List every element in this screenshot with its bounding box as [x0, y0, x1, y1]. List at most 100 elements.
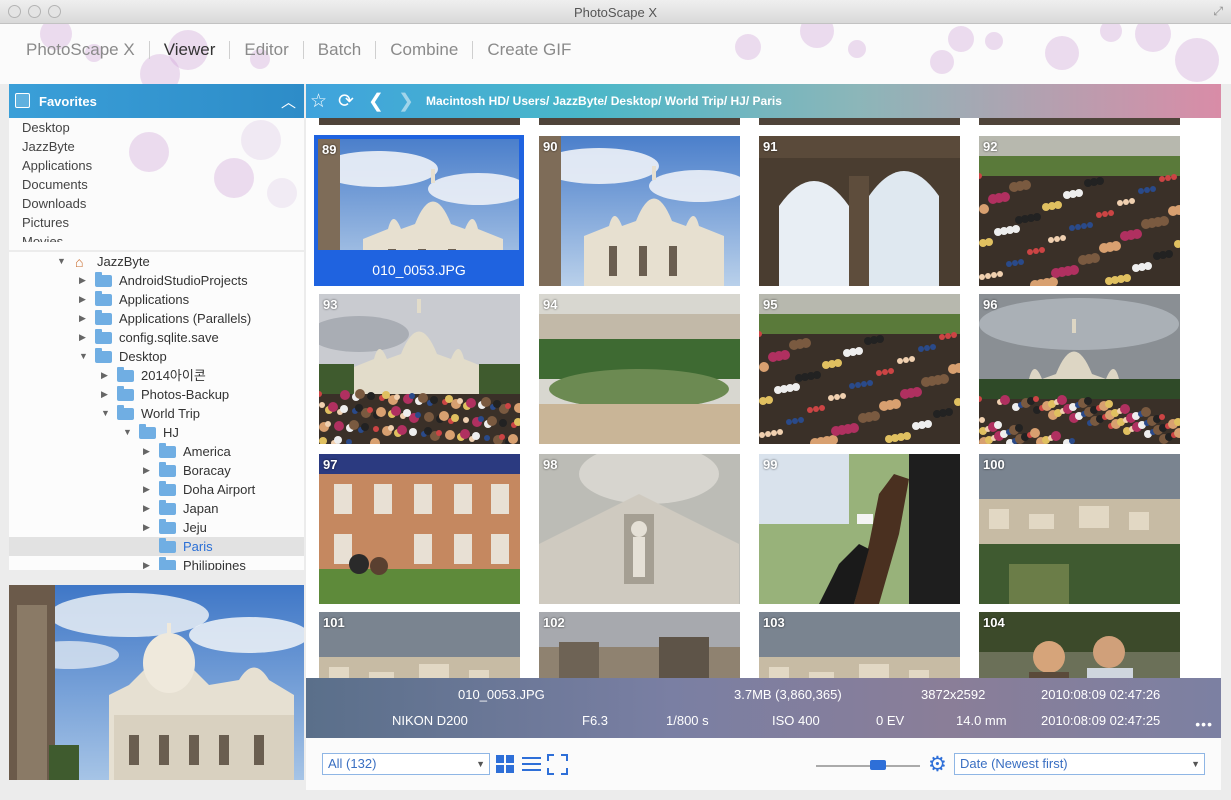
tree-item-applications[interactable]: ▶ Applications — [9, 290, 304, 309]
thumbnail-number: 93 — [323, 297, 338, 312]
thumbnail[interactable]: 93 — [319, 294, 520, 444]
thumbnail-number: 102 — [543, 615, 565, 630]
tree-item-photos-backup[interactable]: ▶ Photos-Backup — [9, 385, 304, 404]
disclosure-open-icon[interactable]: ▼ — [79, 347, 89, 366]
thumbnail[interactable]: 98 — [539, 454, 740, 604]
chevron-up-icon[interactable]: ︿ — [281, 91, 296, 112]
tree-item-applications-parallels[interactable]: ▶ Applications (Parallels) — [9, 309, 304, 328]
folder-tree: ▼ ⌂ JazzByte ▶ AndroidStudioProjects ▶ Applica… — [9, 252, 304, 570]
disclosure-closed-icon[interactable]: ▶ — [101, 366, 111, 385]
selected-filename[interactable]: 010_0053.JPG — [314, 254, 524, 286]
disclosure-closed-icon[interactable]: ▶ — [143, 499, 153, 518]
thumbnail[interactable]: 101 — [319, 612, 520, 678]
fullscreen-view-icon[interactable] — [547, 754, 568, 775]
favorite-item[interactable]: Applications — [9, 156, 304, 175]
favorite-item[interactable]: Documents — [9, 175, 304, 194]
home-icon: ⌂ — [75, 254, 84, 270]
menu-batch[interactable]: Batch — [304, 40, 375, 60]
disclosure-closed-icon[interactable]: ▶ — [143, 518, 153, 537]
sort-select-value: Date (Newest first) — [960, 756, 1068, 771]
thumbnail-number: 91 — [763, 139, 778, 154]
disclosure-open-icon[interactable]: ▼ — [123, 423, 133, 442]
disclosure-open-icon[interactable]: ▼ — [101, 404, 111, 423]
tree-item-label: 2014아이콘 — [141, 368, 206, 383]
zoom-slider[interactable] — [816, 765, 920, 767]
tree-item-world-trip[interactable]: ▼ World Trip — [9, 404, 304, 423]
thumbnail[interactable]: 100 — [979, 454, 1180, 604]
disclosure-closed-icon[interactable]: ▶ — [143, 556, 153, 570]
thumbnail[interactable]: 89 — [318, 139, 520, 250]
thumbnail[interactable]: 99 — [759, 454, 960, 604]
info-focal-length: 14.0 mm — [956, 713, 1007, 728]
path-breadcrumb[interactable]: Macintosh HD/ Users/ JazzByte/ Desktop/ … — [426, 94, 782, 108]
thumbnail[interactable]: 95 — [759, 294, 960, 444]
disclosure-open-icon[interactable]: ▼ — [57, 252, 67, 271]
fullscreen-icon[interactable]: ⤢ — [1213, 4, 1223, 19]
folder-icon — [95, 329, 112, 344]
tree-item-philippines[interactable]: ▶ Philippines — [9, 556, 304, 570]
disclosure-closed-icon[interactable]: ▶ — [79, 328, 89, 347]
favorite-item[interactable]: Downloads — [9, 194, 304, 213]
tree-item-label: Japan — [183, 501, 219, 516]
thumbnail[interactable]: 97 — [319, 454, 520, 604]
grid-view-icon[interactable] — [495, 754, 516, 775]
disclosure-closed-icon[interactable]: ▶ — [143, 442, 153, 461]
tree-item-america[interactable]: ▶ America — [9, 442, 304, 461]
list-view-icon[interactable] — [521, 754, 542, 775]
tree-item-japan[interactable]: ▶ Japan — [9, 499, 304, 518]
disclosure-closed-icon[interactable]: ▶ — [101, 385, 111, 404]
sort-select[interactable]: Date (Newest first) ▼ — [954, 753, 1205, 775]
tree-item-androidstudioprojects[interactable]: ▶ AndroidStudioProjects — [9, 271, 304, 290]
thumbnail[interactable]: 103 — [759, 612, 960, 678]
back-icon[interactable]: ❮ — [368, 90, 384, 113]
menu-editor[interactable]: Editor — [230, 40, 302, 60]
tree-item-doha-airport[interactable]: ▶ Doha Airport — [9, 480, 304, 499]
info-ev: 0 EV — [876, 713, 905, 728]
folder-icon — [117, 367, 134, 382]
thumbnail[interactable]: 94 — [539, 294, 740, 444]
tree-item-2014[interactable]: ▶ 2014아이콘 — [9, 366, 304, 385]
tree-item-desktop[interactable]: ▼ Desktop — [9, 347, 304, 366]
favorite-item[interactable]: Movies — [9, 232, 304, 242]
photo-preview — [9, 585, 304, 780]
tree-item-boracay[interactable]: ▶ Boracay — [9, 461, 304, 480]
folder-icon — [95, 348, 112, 363]
disclosure-closed-icon[interactable]: ▶ — [143, 480, 153, 499]
thumbnail-partial — [319, 118, 520, 125]
thumbnail[interactable]: 102 — [539, 612, 740, 678]
thumbnail[interactable]: 104 — [979, 612, 1180, 678]
menu-combine[interactable]: Combine — [376, 40, 472, 60]
thumbnail[interactable]: 90 — [539, 136, 740, 286]
favorite-item[interactable]: JazzByte — [9, 137, 304, 156]
tree-item-hj[interactable]: ▼ HJ — [9, 423, 304, 442]
zoom-slider-knob[interactable] — [870, 760, 887, 770]
filter-select[interactable]: All (132) ▼ — [322, 753, 490, 775]
thumbnail[interactable]: 96 — [979, 294, 1180, 444]
tree-item-paris[interactable]: Paris — [9, 537, 304, 556]
folder-icon — [159, 538, 176, 553]
favorite-item[interactable]: Pictures — [9, 213, 304, 232]
thumbnail[interactable]: 92 — [979, 136, 1180, 286]
menu-viewer[interactable]: Viewer — [150, 40, 230, 60]
thumbnail-partial — [979, 118, 1180, 125]
tree-item-label: Desktop — [119, 349, 167, 364]
thumbnail-number: 89 — [322, 142, 337, 157]
tree-item-jeju[interactable]: ▶ Jeju — [9, 518, 304, 537]
disclosure-closed-icon[interactable]: ▶ — [143, 461, 153, 480]
disclosure-closed-icon[interactable]: ▶ — [79, 309, 89, 328]
forward-icon[interactable]: ❯ — [398, 90, 414, 113]
menu-photoscape-x[interactable]: PhotoScape X — [12, 40, 149, 60]
favorites-header[interactable]: Favorites ︿ — [9, 84, 304, 118]
tree-item-config-sqlite-save[interactable]: ▶ config.sqlite.save — [9, 328, 304, 347]
disclosure-closed-icon[interactable]: ▶ — [79, 271, 89, 290]
more-icon[interactable]: ••• — [1195, 716, 1213, 732]
favorite-item[interactable]: Desktop — [9, 118, 304, 137]
tree-item-jazzbyte[interactable]: ▼ ⌂ JazzByte — [9, 252, 304, 271]
menu-create-gif[interactable]: Create GIF — [473, 40, 585, 60]
gear-icon[interactable]: ⚙ — [928, 752, 947, 777]
thumbnail-number: 101 — [323, 615, 345, 630]
thumbnail[interactable]: 91 — [759, 136, 960, 286]
star-icon[interactable]: ☆ — [310, 90, 327, 113]
disclosure-closed-icon[interactable]: ▶ — [79, 290, 89, 309]
refresh-icon[interactable]: ⟳ — [338, 90, 354, 113]
